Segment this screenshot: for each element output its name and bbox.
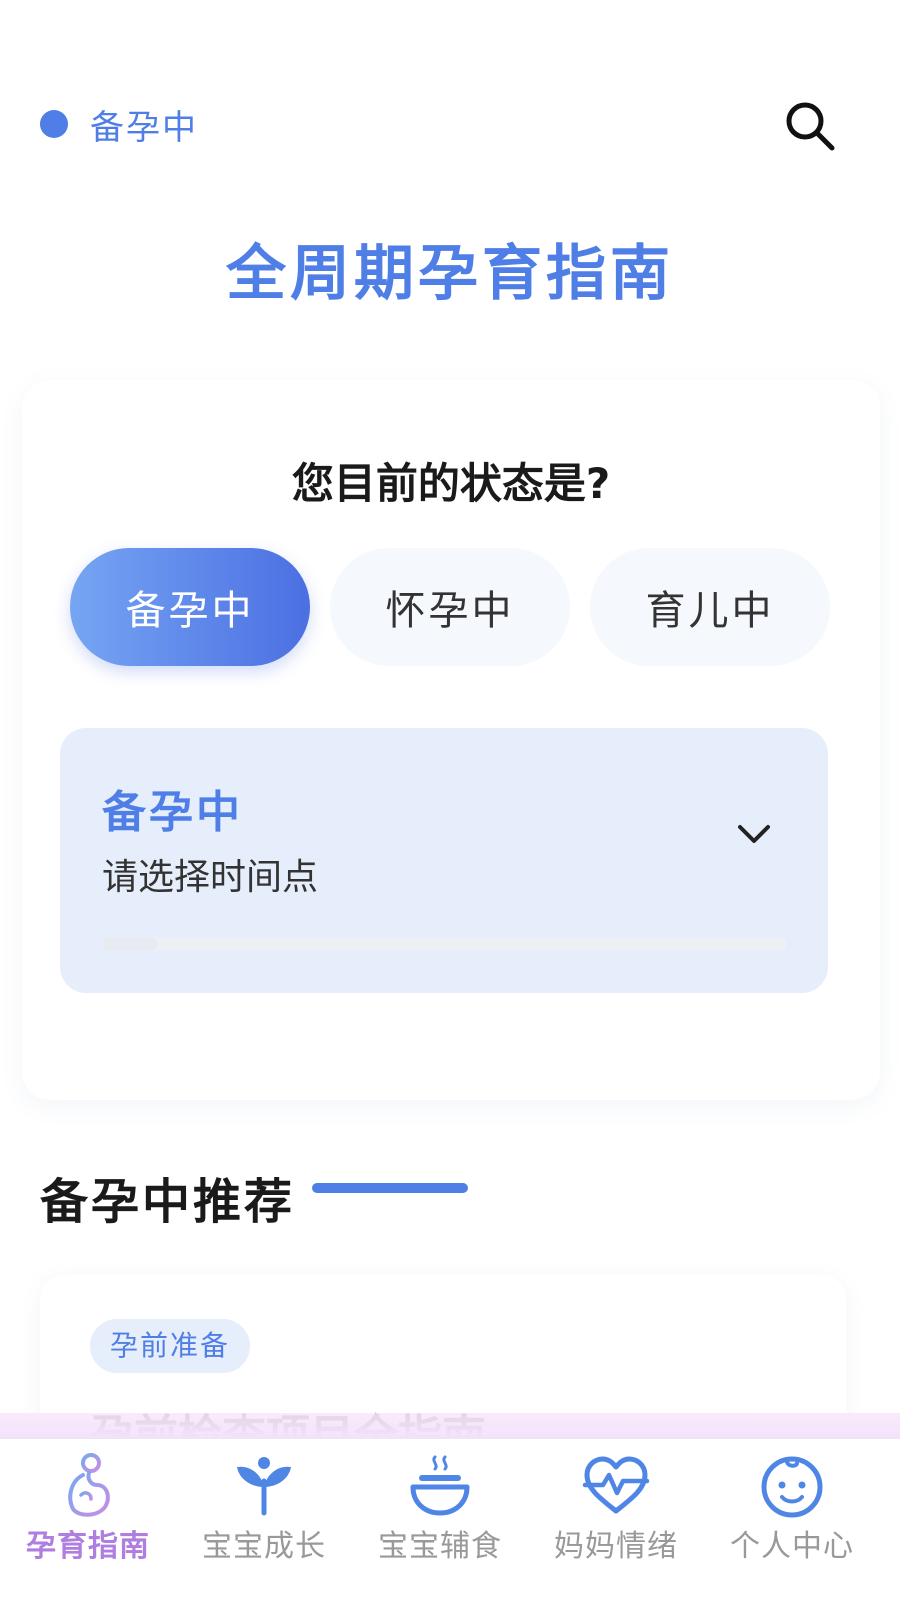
chevron-down-icon[interactable] (732, 812, 776, 856)
tab-label: 宝宝成长 (202, 1529, 326, 1564)
app-page: 备孕中 全周期孕育指南 您目前的状态是? 备孕中 怀孕中 育儿中 备孕中 请选择… (0, 0, 900, 1600)
tab-label: 宝宝辅食 (378, 1529, 502, 1564)
search-button[interactable] (780, 96, 840, 156)
time-picker-title: 备孕中 (102, 787, 243, 838)
time-point-picker[interactable]: 备孕中 请选择时间点 (60, 728, 828, 993)
tabbar-glow-decoration (0, 1413, 900, 1439)
status-choice-preparing[interactable]: 备孕中 (70, 548, 310, 666)
heartbeat-icon (582, 1456, 650, 1514)
tab-personal-center[interactable]: 个人中心 (704, 1439, 880, 1600)
recommendations-title: 备孕中推荐 (40, 1174, 296, 1230)
time-picker-placeholder: 请选择时间点 (102, 857, 319, 898)
time-progress-bar (102, 938, 786, 950)
tab-label: 妈妈情绪 (554, 1529, 678, 1564)
current-status-label[interactable]: 备孕中 (90, 100, 198, 149)
tab-baby-growth[interactable]: 宝宝成长 (176, 1439, 352, 1600)
recommendation-tag: 孕前准备 (90, 1319, 251, 1373)
tab-mom-mood[interactable]: 妈妈情绪 (528, 1439, 704, 1600)
header: 备孕中 (0, 0, 900, 200)
bottom-tab-bar: 孕育指南 宝宝成长 宝宝辅食 妈妈情绪 个人中心 (0, 1438, 900, 1600)
page-title: 全周期孕育指南 (226, 239, 674, 309)
status-question: 您目前的状态是? (291, 459, 611, 508)
tab-label: 孕育指南 (26, 1529, 150, 1564)
status-choice-parenting[interactable]: 育儿中 (590, 548, 830, 666)
status-selector-card: 您目前的状态是? 备孕中 怀孕中 育儿中 备孕中 请选择时间点 (22, 380, 880, 1100)
tab-pregnancy-guide[interactable]: 孕育指南 (0, 1439, 176, 1600)
bowl-icon (410, 1455, 470, 1516)
tab-baby-food[interactable]: 宝宝辅食 (352, 1439, 528, 1600)
tab-label: 个人中心 (730, 1529, 854, 1564)
baby-face-icon (761, 1456, 823, 1518)
sprout-icon (237, 1457, 291, 1516)
title-underline-decoration (312, 1183, 468, 1193)
status-choice-pregnant[interactable]: 怀孕中 (330, 548, 570, 666)
time-progress-fill (102, 938, 157, 950)
search-icon (786, 102, 835, 151)
pregnancy-icon (68, 1453, 110, 1517)
status-dot-icon (40, 110, 68, 138)
